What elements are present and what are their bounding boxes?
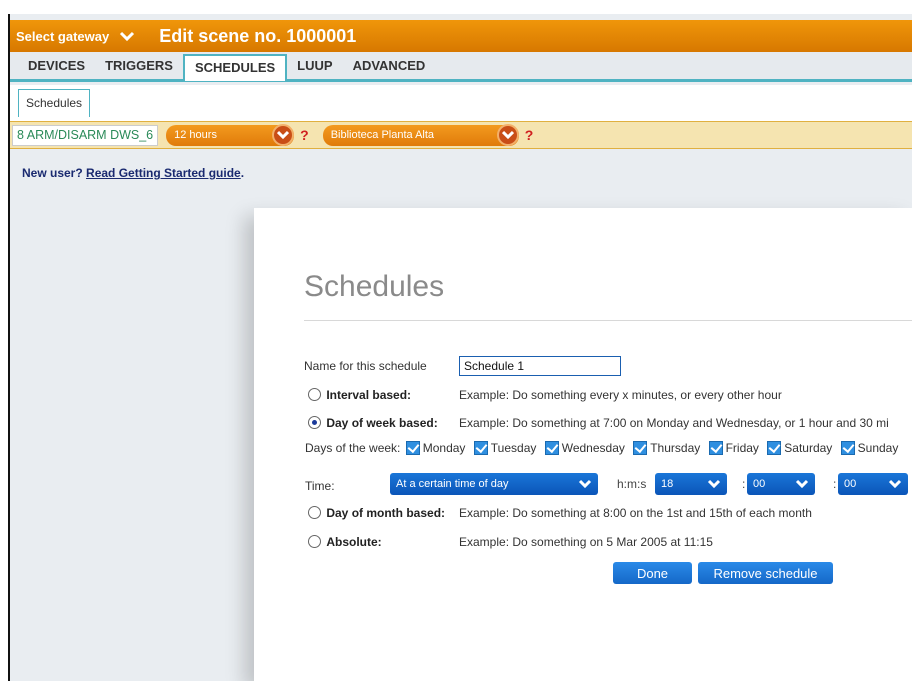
filter-bar: 8 ARM/DISARM DWS_6 12 hours ? Biblioteca… [10, 121, 912, 149]
interval-radio[interactable] [308, 388, 321, 401]
dow-label: Day of week based: [326, 416, 438, 430]
room-value: Biblioteca Planta Alta [330, 129, 435, 141]
chevron-down-icon [496, 124, 519, 146]
chevron-down-icon [120, 31, 135, 42]
schedule-name-input[interactable] [459, 356, 621, 376]
interval-option: Interval based: Example: Do something ev… [308, 388, 912, 402]
day-monday[interactable]: Monday [404, 441, 465, 455]
minute-select[interactable]: 00 [747, 473, 815, 495]
day-tuesday[interactable]: Tuesday [472, 441, 536, 455]
tab-advanced[interactable]: ADVANCED [343, 58, 436, 79]
colon-separator: : [742, 477, 746, 491]
days-label: Days of the week: [305, 441, 401, 455]
hour-value: 18 [661, 478, 674, 490]
hour-select[interactable]: 18 [655, 473, 727, 495]
checkbox-icon [708, 441, 723, 455]
select-gateway-label: Select gateway [16, 28, 110, 44]
remove-schedule-button[interactable]: Remove schedule [698, 562, 833, 584]
days-row: Days of the week: Monday Tuesday Wednesd… [305, 441, 912, 455]
dom-label: Day of month based: [326, 506, 446, 520]
checkbox-icon [544, 441, 559, 455]
dom-radio[interactable] [308, 506, 321, 519]
interval-value: 12 hours [174, 129, 217, 141]
schedule-dialog: Schedules Name for this schedule Interva… [254, 208, 912, 681]
absolute-label: Absolute: [326, 535, 382, 549]
checkbox-icon [473, 441, 488, 455]
checkbox-icon [840, 441, 855, 455]
day-wednesday[interactable]: Wednesday [543, 441, 625, 455]
dow-example: Example: Do something at 7:00 on Monday … [459, 416, 889, 430]
page-title: Edit scene no. 1000001 [159, 25, 357, 46]
minute-value: 00 [753, 478, 766, 490]
chevron-down-icon [888, 479, 902, 489]
dom-example: Example: Do something at 8:00 on the 1st… [459, 506, 812, 520]
room-dropdown[interactable]: Biblioteca Planta Alta [322, 124, 519, 146]
hms-label: h:m:s [617, 477, 647, 491]
dow-radio[interactable] [308, 416, 321, 429]
tab-triggers[interactable]: TRIGGERS [95, 58, 183, 79]
done-button[interactable]: Done [613, 562, 692, 584]
help-icon[interactable]: ? [525, 127, 534, 143]
tab-luup[interactable]: LUUP [287, 58, 342, 79]
day-thursday[interactable]: Thursday [631, 441, 700, 455]
sub-tabs: Schedules [10, 85, 912, 121]
dom-option: Day of month based: Example: Do somethin… [308, 506, 912, 520]
checkbox-icon [767, 441, 782, 455]
name-label: Name for this schedule [304, 359, 427, 373]
window-top-margin [0, 0, 912, 14]
app-frame: Select gateway Edit scene no. 1000001 DE… [8, 14, 912, 681]
chevron-down-icon [707, 479, 721, 489]
title-divider [304, 320, 912, 321]
top-bar: Select gateway Edit scene no. 1000001 [10, 20, 912, 52]
tab-devices[interactable]: DEVICES [18, 58, 95, 79]
device-name-field[interactable]: 8 ARM/DISARM DWS_6 [12, 124, 159, 146]
dow-option: Day of week based: Example: Do something… [308, 416, 912, 430]
absolute-radio[interactable] [308, 535, 321, 548]
day-friday[interactable]: Friday [707, 441, 759, 455]
chevron-down-icon [795, 479, 809, 489]
help-icon[interactable]: ? [300, 127, 309, 143]
time-mode-value: At a certain time of day [396, 478, 509, 490]
absolute-example: Example: Do something on 5 Mar 2005 at 1… [459, 535, 713, 549]
getting-started-link[interactable]: Read Getting Started guide [86, 166, 241, 180]
interval-example: Example: Do something every x minutes, o… [459, 388, 782, 402]
new-user-suffix: . [240, 166, 245, 180]
checkbox-icon [405, 441, 420, 455]
chevron-down-icon [578, 479, 592, 489]
new-user-prefix: New user? [22, 166, 83, 180]
colon-separator: : [833, 477, 837, 491]
absolute-option: Absolute: Example: Do something on 5 Mar… [308, 535, 912, 549]
day-saturday[interactable]: Saturday [765, 441, 832, 455]
checkbox-icon [633, 441, 648, 455]
name-row: Name for this schedule [304, 356, 904, 376]
main-tabs: DEVICES TRIGGERS SCHEDULES LUUP ADVANCED [10, 52, 912, 82]
second-select[interactable]: 00 [838, 473, 908, 495]
day-sunday[interactable]: Sunday [839, 441, 898, 455]
second-value: 00 [844, 478, 857, 490]
time-mode-select[interactable]: At a certain time of day [390, 473, 598, 495]
interval-label: Interval based: [326, 388, 412, 402]
dialog-title: Schedules [304, 270, 445, 303]
chevron-down-icon [272, 124, 295, 146]
interval-dropdown[interactable]: 12 hours [166, 124, 295, 146]
time-label: Time: [305, 479, 335, 493]
tab-schedules[interactable]: SCHEDULES [182, 54, 288, 81]
new-user-hint: New user? Read Getting Started guide. [22, 166, 244, 180]
select-gateway-dropdown[interactable]: Select gateway [16, 28, 135, 44]
subtab-schedules[interactable]: Schedules [18, 89, 91, 117]
